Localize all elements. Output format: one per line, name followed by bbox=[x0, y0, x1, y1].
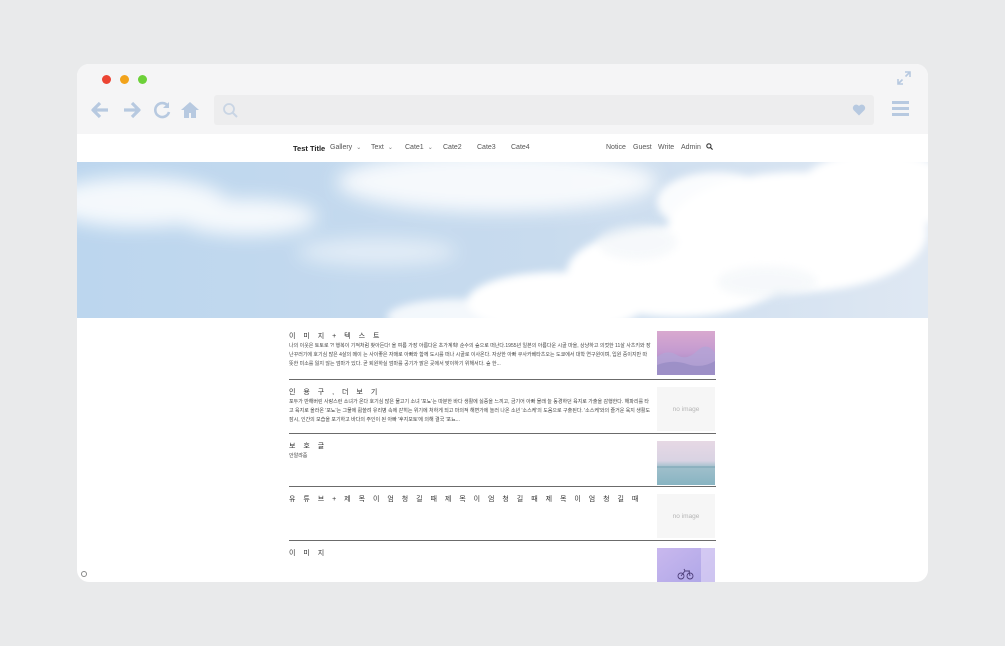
expand-icon[interactable] bbox=[897, 71, 911, 85]
chevron-down-icon: ⌄ bbox=[427, 145, 433, 151]
post-title[interactable]: 이 미 지 bbox=[289, 548, 645, 558]
nav-item-label: Cate1 bbox=[405, 144, 424, 151]
list-item[interactable]: 이 미 지 bbox=[289, 541, 716, 582]
address-bar[interactable] bbox=[214, 95, 874, 125]
forward-arrow-icon[interactable] bbox=[122, 100, 142, 120]
nav-item-label: Text bbox=[371, 144, 384, 151]
reload-icon[interactable] bbox=[152, 100, 172, 120]
site-navigation: Test Title Gallery ⌄ Text ⌄ Cate1 ⌄ Cate2 C… bbox=[77, 134, 928, 162]
back-arrow-icon[interactable] bbox=[90, 100, 110, 120]
nav-item-cate4[interactable]: Cate4 bbox=[511, 144, 530, 151]
nav-item-cate2[interactable]: Cate2 bbox=[443, 144, 462, 151]
list-item[interactable]: 이 미 지 + 텍 스 트 나의 이웃은 토토로 ?! 행복이 기적처럼 찾아든… bbox=[289, 324, 716, 380]
search-icon bbox=[222, 102, 238, 118]
nav-item-write[interactable]: Write bbox=[658, 144, 674, 151]
nav-item-admin[interactable]: Admin bbox=[681, 144, 701, 151]
list-item[interactable]: 유 튜 브 + 제 목 이 엄 청 길 때 제 목 이 엄 청 길 때 제 목 … bbox=[289, 487, 716, 541]
nav-item-notice[interactable]: Notice bbox=[606, 144, 626, 151]
chevron-down-icon: ⌄ bbox=[356, 145, 362, 151]
nav-item-cate3[interactable]: Cate3 bbox=[477, 144, 496, 151]
nav-item-text[interactable]: Text ⌄ bbox=[371, 144, 393, 151]
close-window-button[interactable] bbox=[102, 75, 111, 84]
hamburger-menu-icon[interactable] bbox=[892, 100, 909, 117]
site-title[interactable]: Test Title bbox=[293, 144, 325, 153]
list-item[interactable]: 보 호 글 안알랴줌 bbox=[289, 434, 716, 487]
post-title[interactable]: 보 호 글 bbox=[289, 441, 645, 451]
nav-item-gallery[interactable]: Gallery ⌄ bbox=[330, 144, 361, 151]
nav-item-label: Gallery bbox=[330, 144, 353, 151]
maximize-window-button[interactable] bbox=[138, 75, 147, 84]
hero-sky-banner bbox=[77, 162, 928, 318]
post-excerpt: 나의 이웃은 토토로 ?! 행복이 기적처럼 찾아든다! 올 여름 가장 아름다… bbox=[289, 343, 651, 367]
nav-item-guest[interactable]: Guest bbox=[633, 144, 652, 151]
browser-window: Test Title Gallery ⌄ Text ⌄ Cate1 ⌄ Cate2 C… bbox=[77, 64, 928, 582]
post-thumbnail-placeholder[interactable]: no image bbox=[657, 494, 715, 538]
post-title[interactable]: 이 미 지 + 텍 스 트 bbox=[289, 331, 645, 341]
post-excerpt: 안알랴줌 bbox=[289, 453, 308, 459]
heart-icon[interactable] bbox=[852, 103, 866, 117]
post-title[interactable]: 인 용 구 , 더 보 기 bbox=[289, 387, 645, 397]
post-thumbnail[interactable] bbox=[657, 331, 715, 375]
settings-icon[interactable] bbox=[81, 571, 87, 577]
post-thumbnail[interactable] bbox=[657, 441, 715, 485]
browser-chrome bbox=[77, 64, 928, 134]
post-title[interactable]: 유 튜 브 + 제 목 이 엄 청 길 때 제 목 이 엄 청 길 때 제 목 … bbox=[289, 494, 645, 504]
chevron-down-icon: ⌄ bbox=[387, 145, 393, 151]
post-thumbnail[interactable] bbox=[657, 548, 715, 582]
search-icon[interactable] bbox=[706, 143, 713, 152]
address-input[interactable] bbox=[244, 101, 834, 119]
post-thumbnail-placeholder[interactable]: no image bbox=[657, 387, 715, 431]
nav-item-cate1[interactable]: Cate1 ⌄ bbox=[405, 144, 433, 151]
list-item[interactable]: 인 용 구 , 더 보 기 포두가 반해버린 사랑스런 소녀가 온다 호기심 많… bbox=[289, 380, 716, 434]
post-excerpt: 포두가 반해버린 사랑스런 소녀가 온다 호기심 많은 물고기 소녀 '포뇨'는… bbox=[289, 399, 651, 423]
home-icon[interactable] bbox=[180, 100, 200, 120]
minimize-window-button[interactable] bbox=[120, 75, 129, 84]
